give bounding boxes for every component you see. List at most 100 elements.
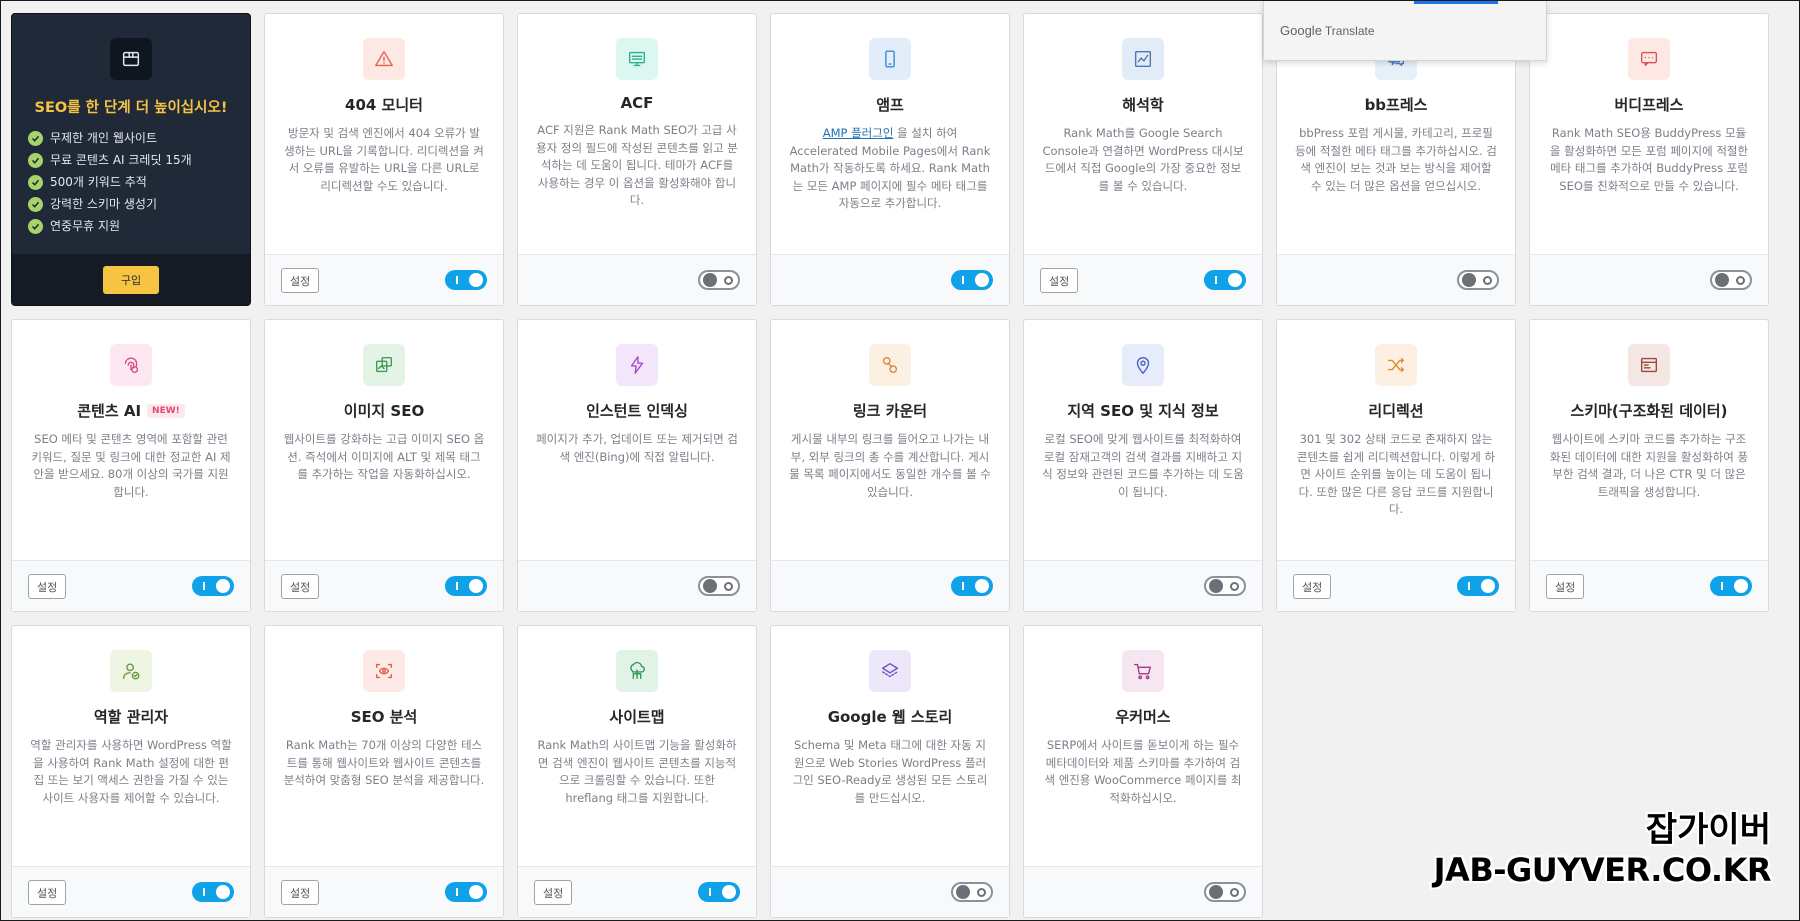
module-title-row: 404 모니터 xyxy=(283,94,485,115)
module-title: 지역 SEO 및 지식 정보 xyxy=(1067,402,1219,420)
module-title-row: 리디렉션 xyxy=(1295,400,1497,421)
module-card: SEO 분석 Rank Math는 70개 이상의 다양한 테스트를 통해 웹사이… xyxy=(264,625,504,918)
module-description-text: 웹사이트를 강화하는 고급 이미지 SEO 옵션. 즉석에서 이미지에 ALT … xyxy=(283,432,485,481)
module-description-text: 역할 관리자를 사용하면 WordPress 역할을 사용하여 Rank Mat… xyxy=(30,738,232,805)
promo-feature-item: 연중무휴 지원 xyxy=(28,215,234,237)
amp-plugin-link[interactable]: AMP 플러그인 xyxy=(823,126,894,140)
module-description-text: 301 및 302 상태 코드로 존재하지 않는 콘텐츠를 쉽게 리디렉션합니다… xyxy=(1296,432,1496,516)
module-toggle[interactable] xyxy=(1457,270,1499,290)
settings-button[interactable]: 설정 xyxy=(281,879,320,905)
module-footer xyxy=(1277,254,1515,305)
module-description-text: SEO 메타 및 콘텐츠 영역에 포함할 관련 키워드, 질문 및 링크에 대한… xyxy=(31,432,231,499)
promo-feature-item: 강력한 스키마 생성기 xyxy=(28,193,234,215)
promo-feature-label: 연중무휴 지원 xyxy=(50,219,121,233)
module-toggle[interactable] xyxy=(192,882,234,902)
module-card: 이미지 SEO 웹사이트를 강화하는 고급 이미지 SEO 옵션. 즉석에서 이미… xyxy=(264,319,504,612)
module-toggle[interactable] xyxy=(445,270,487,290)
module-description: Rank Math는 70개 이상의 다양한 테스트를 통해 웹사이트와 웹사이… xyxy=(283,737,485,790)
module-toggle[interactable] xyxy=(1710,576,1752,596)
module-description: Rank Math SEO용 BuddyPress 모듈을 활성화하면 모든 포… xyxy=(1548,125,1750,195)
module-title: 역할 관리자 xyxy=(93,708,169,726)
settings-button[interactable]: 설정 xyxy=(1040,267,1079,293)
module-description-text: SERP에서 사이트를 돋보이게 하는 필수 메타데이터와 제품 스키마를 추가… xyxy=(1044,738,1242,805)
module-toggle[interactable] xyxy=(445,576,487,596)
module-toggle[interactable] xyxy=(951,576,993,596)
module-toggle[interactable] xyxy=(1710,270,1752,290)
module-title-row: 앰프 xyxy=(789,94,991,115)
module-description: bbPress 포럼 게시물, 카테고리, 프로필 등에 적절한 메타 태그를 … xyxy=(1295,125,1497,195)
module-title-row: 스키마(구조화된 데이터) xyxy=(1548,400,1750,421)
module-title-row: 지역 SEO 및 지식 정보 xyxy=(1042,400,1244,421)
promo-feature-item: 무제한 개인 웹사이트 xyxy=(28,127,234,149)
translate-label: Translate xyxy=(1324,23,1375,38)
module-footer: 설정 xyxy=(12,866,250,917)
module-title-row: 링크 카운터 xyxy=(789,400,991,421)
settings-button[interactable]: 설정 xyxy=(281,267,320,293)
module-description-text: 페이지가 추가, 업데이트 또는 제거되면 검색 엔진(Bing)에 직접 알립… xyxy=(536,432,738,464)
check-icon xyxy=(28,174,43,190)
module-card: Google 웹 스토리 Schema 및 Meta 태그에 대한 자동 지원으로… xyxy=(770,625,1010,918)
module-title: bb프레스 xyxy=(1364,96,1428,114)
watermark-korean: 잡가이버 xyxy=(1645,810,1771,850)
module-card: 스키마(구조화된 데이터) 웹사이트에 스키마 코드를 추가하는 구조화된 데이터… xyxy=(1529,319,1769,612)
settings-button[interactable]: 설정 xyxy=(28,879,67,905)
chat-icon xyxy=(1628,38,1670,80)
settings-button[interactable]: 설정 xyxy=(1546,573,1585,599)
module-toggle[interactable] xyxy=(192,576,234,596)
module-title-row: 콘텐츠 AI NEW! xyxy=(30,400,232,421)
module-footer xyxy=(518,254,756,305)
promo-feature-label: 500개 키워드 추적 xyxy=(50,175,147,189)
module-toggle[interactable] xyxy=(1204,576,1246,596)
module-toggle[interactable] xyxy=(698,270,740,290)
module-footer xyxy=(771,560,1009,611)
module-footer: 설정 xyxy=(265,560,503,611)
check-icon xyxy=(28,130,43,146)
buy-button[interactable]: 구입 xyxy=(102,265,160,294)
module-footer xyxy=(1024,560,1262,611)
upgrade-promo-card: SEO를 한 단계 더 높이십시오! 무제한 개인 웹사이트 무료 콘텐츠 AI … xyxy=(11,13,251,306)
module-card: 우커머스 SERP에서 사이트를 돋보이게 하는 필수 메타데이터와 제품 스키마… xyxy=(1023,625,1263,918)
module-card: 리디렉션 301 및 302 상태 코드로 존재하지 않는 콘텐츠를 쉽게 리디렉… xyxy=(1276,319,1516,612)
module-description-text: 게시물 내부의 링크를 들어오고 나가는 내부, 외부 링크의 총 수를 계산합… xyxy=(789,432,991,499)
module-toggle[interactable] xyxy=(951,882,993,902)
module-card: ACF ACF 지원은 Rank Math SEO가 고급 사용자 정의 필드에 … xyxy=(517,13,757,306)
translate-progress-bar xyxy=(1414,1,1498,4)
module-description-text: Rank Math를 Google Search Console과 연결하면 W… xyxy=(1042,126,1244,193)
check-icon xyxy=(28,218,43,234)
layers-icon xyxy=(869,650,911,692)
module-footer: 설정 xyxy=(265,866,503,917)
settings-button[interactable]: 설정 xyxy=(534,879,573,905)
module-title: 이미지 SEO xyxy=(343,402,425,420)
box-icon xyxy=(110,38,152,80)
cart-icon xyxy=(1122,650,1164,692)
module-toggle[interactable] xyxy=(445,882,487,902)
module-toggle[interactable] xyxy=(1204,882,1246,902)
module-toggle[interactable] xyxy=(951,270,993,290)
module-title-row: 사이트맵 xyxy=(536,706,738,727)
module-title: 스키마(구조화된 데이터) xyxy=(1570,402,1728,420)
settings-button[interactable]: 설정 xyxy=(281,573,320,599)
promo-feature-label: 무제한 개인 웹사이트 xyxy=(50,131,157,145)
module-description: 웹사이트에 스키마 코드를 추가하는 구조화된 데이터에 대한 지원을 활성화하… xyxy=(1548,431,1750,501)
promo-feature-label: 무료 콘텐츠 AI 크레딧 15개 xyxy=(50,153,192,167)
sitemap-icon xyxy=(616,650,658,692)
module-footer: 설정 xyxy=(1024,254,1262,305)
settings-button[interactable]: 설정 xyxy=(28,573,67,599)
image-icon xyxy=(363,344,405,386)
module-footer xyxy=(518,560,756,611)
schema-icon xyxy=(1628,344,1670,386)
module-card: 404 모니터 방문자 및 검색 엔진에서 404 오류가 발생하는 URL을 기… xyxy=(264,13,504,306)
settings-button[interactable]: 설정 xyxy=(1293,573,1332,599)
module-toggle[interactable] xyxy=(1204,270,1246,290)
module-toggle[interactable] xyxy=(698,576,740,596)
module-title: 리디렉션 xyxy=(1368,402,1424,420)
module-description-text: 로컬 SEO에 맞게 웹사이트를 최적화하여 로컬 잠재고객의 검색 결과를 지… xyxy=(1042,432,1244,499)
module-toggle[interactable] xyxy=(698,882,740,902)
module-title: Google 웹 스토리 xyxy=(827,708,953,726)
module-title-row: 이미지 SEO xyxy=(283,400,485,421)
module-toggle[interactable] xyxy=(1457,576,1499,596)
module-title: 해석학 xyxy=(1122,96,1164,114)
google-translate-popup[interactable]: Google Translate xyxy=(1263,1,1547,61)
module-description-text: Rank Math는 70개 이상의 다양한 테스트를 통해 웹사이트와 웹사이… xyxy=(283,738,485,787)
module-footer xyxy=(771,254,1009,305)
